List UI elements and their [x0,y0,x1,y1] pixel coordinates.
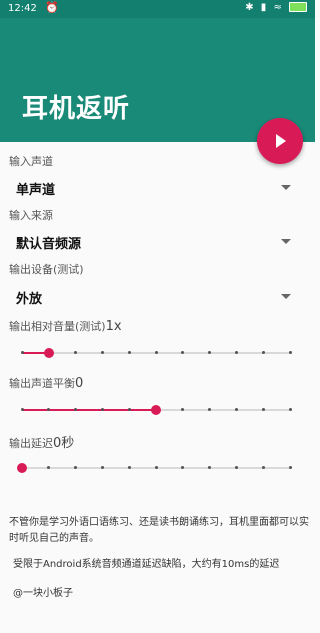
volume-label-text: 输出相对音量(测试) [9,320,106,333]
balance-label-text: 输出声道平衡 [9,377,75,390]
slider-thumb[interactable] [43,348,54,358]
balance-slider[interactable] [20,402,292,418]
app-title: 耳机返听 [22,94,131,124]
slider-tick [100,408,104,411]
delay-value: 0秒 [53,436,75,451]
slider-tick [288,351,292,354]
slider-tick [234,466,238,469]
input-source-label: 输入来源 [9,209,53,222]
slider-tick [154,466,158,469]
slider-tick [234,408,238,411]
input-source-value: 默认音频源 [16,237,82,252]
play-button[interactable] [257,118,303,164]
slider-tick [288,466,292,469]
slider-tick [261,466,265,469]
slider-tick [100,351,104,354]
slider-tick [127,351,131,354]
output-device-value: 外放 [16,292,43,307]
delay-label-text: 输出延迟 [9,437,53,450]
slider-thumb[interactable] [17,463,27,473]
play-icon [276,134,286,148]
chevron-down-icon [281,294,291,299]
delay-label: 输出延迟0秒 [9,432,74,451]
volume-label: 输出相对音量(测试)1x [9,318,122,334]
slider-tick [261,408,265,411]
slider-tick [20,351,24,354]
input-channel-label: 输入声道 [9,155,53,168]
status-icons: ✱ ▮ ≈ [245,2,307,13]
balance-value: 0 [75,376,84,391]
description-text: 不管你是学习外语口语练习、还是读书朗诵练习，耳机里面都可以实时听见自己的声音。 [9,517,309,544]
delay-slider[interactable] [17,460,292,476]
chevron-down-icon [281,185,291,190]
status-time: 12:42 [8,3,37,14]
slider-fill [22,409,156,411]
slider-thumb[interactable] [151,405,161,415]
battery-icon [289,2,307,12]
latency-note: 受限于Android系统音频通道延迟缺陷，大约有10ms的延迟 [13,559,280,570]
input-channel-select[interactable]: 单声道 [9,174,299,200]
output-device-label: 输出设备(测试) [9,263,84,276]
input-channel-value: 单声道 [16,183,56,198]
slider-tick [20,408,24,411]
alarm-icon: ⏰ [45,1,59,14]
author-credit: @一块小板子 [13,588,73,599]
chevron-down-icon [281,239,291,244]
status-bar: 12:42 ⏰ ✱ ▮ ≈ [0,0,315,18]
volume-value: 1x [105,319,122,334]
slider-tick [127,408,131,411]
slider-tick [234,351,238,354]
slider-tick [288,408,292,411]
slider-tick [154,351,158,354]
balance-label: 输出声道平衡0 [9,375,83,391]
slider-tick [261,351,265,354]
input-source-select[interactable]: 默认音频源 [9,228,299,254]
volume-slider[interactable] [20,345,292,361]
output-device-select[interactable]: 外放 [9,283,299,309]
slider-tick [100,466,104,469]
slider-tick [127,466,131,469]
